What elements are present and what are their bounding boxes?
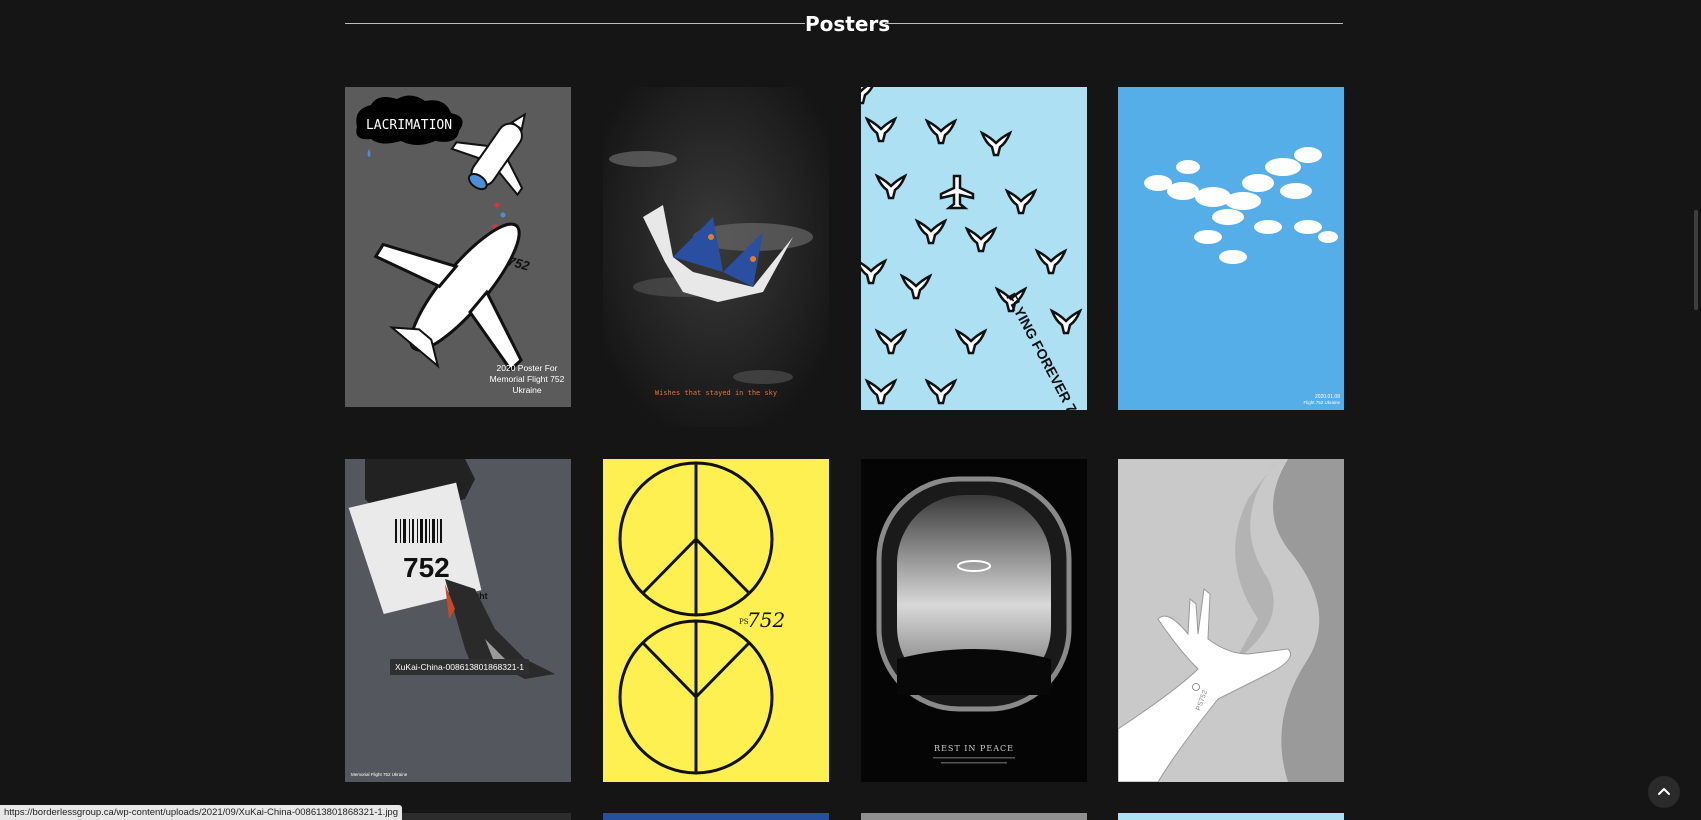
poster-next-4[interactable] [1118, 813, 1344, 820]
scrollbar-thumb[interactable] [1694, 210, 1698, 310]
svg-text:752: 752 [403, 552, 450, 583]
poster-origami-crane[interactable]: Wishes that stayed in the sky [603, 87, 829, 427]
poster-birds-art: FLYING FOREVER 752 [861, 87, 1087, 410]
poster-clouds-art [1144, 147, 1338, 264]
divider-left [345, 23, 805, 24]
poster-cloud-airplane[interactable]: 2020.01.08 Flight 752 Ukraine [1118, 87, 1344, 410]
poster-origami-art [603, 87, 829, 427]
svg-text:752: 752 [747, 608, 785, 632]
poster-next-3[interactable] [861, 813, 1087, 820]
svg-text:FLYING FOREVER 752: FLYING FOREVER 752 [1003, 290, 1087, 410]
poster-flying-forever[interactable]: FLYING FOREVER 752 [861, 87, 1087, 410]
poster-hands-smoke[interactable]: PS752 [1118, 459, 1344, 782]
poster-next-2[interactable] [603, 813, 829, 820]
poster-lacrimation-art: LACRIMATION 752 [356, 95, 532, 372]
status-bar-url: https://borderlessgroup.ca/wp-content/up… [0, 805, 402, 820]
poster-peace-art: PS 752 [618, 461, 785, 775]
svg-text:LACRIMATION: LACRIMATION [366, 118, 452, 133]
poster-rest-in-peace[interactable]: REST IN PEACE [861, 459, 1087, 782]
image-hover-tooltip: XuKai-China-008613801868321-1 [390, 659, 530, 675]
poster-caption: 2020 Poster For Memorial Flight 752 Ukra… [489, 363, 565, 395]
poster-caption: Wishes that stayed in the sky [654, 389, 778, 397]
poster-caption: Memorial Flight 752 Ukraine [351, 772, 408, 777]
poster-boarding-art: 752 UA Flight [348, 459, 555, 679]
poster-lacrimation[interactable]: LACRIMATION 752 2020 Poster For Memorial… [345, 87, 571, 407]
chevron-up-icon [1658, 788, 1670, 795]
poster-date-sub: Flight 752 Ukraine [1303, 400, 1340, 405]
divider-right [885, 23, 1343, 24]
poster-boarding-pass[interactable]: 752 UA Flight XuKai-China-00861380186832… [345, 459, 571, 782]
svg-text:REST IN PEACE: REST IN PEACE [934, 744, 1014, 753]
poster-peace-symbol[interactable]: PS 752 [603, 459, 829, 782]
poster-hands-art: PS752 [1118, 459, 1344, 782]
section-header: Posters [345, 8, 1343, 40]
section-title: Posters [805, 12, 891, 36]
svg-text:752: 752 [506, 253, 532, 273]
back-to-top-button[interactable] [1648, 776, 1680, 808]
poster-window-art: REST IN PEACE [876, 476, 1072, 764]
